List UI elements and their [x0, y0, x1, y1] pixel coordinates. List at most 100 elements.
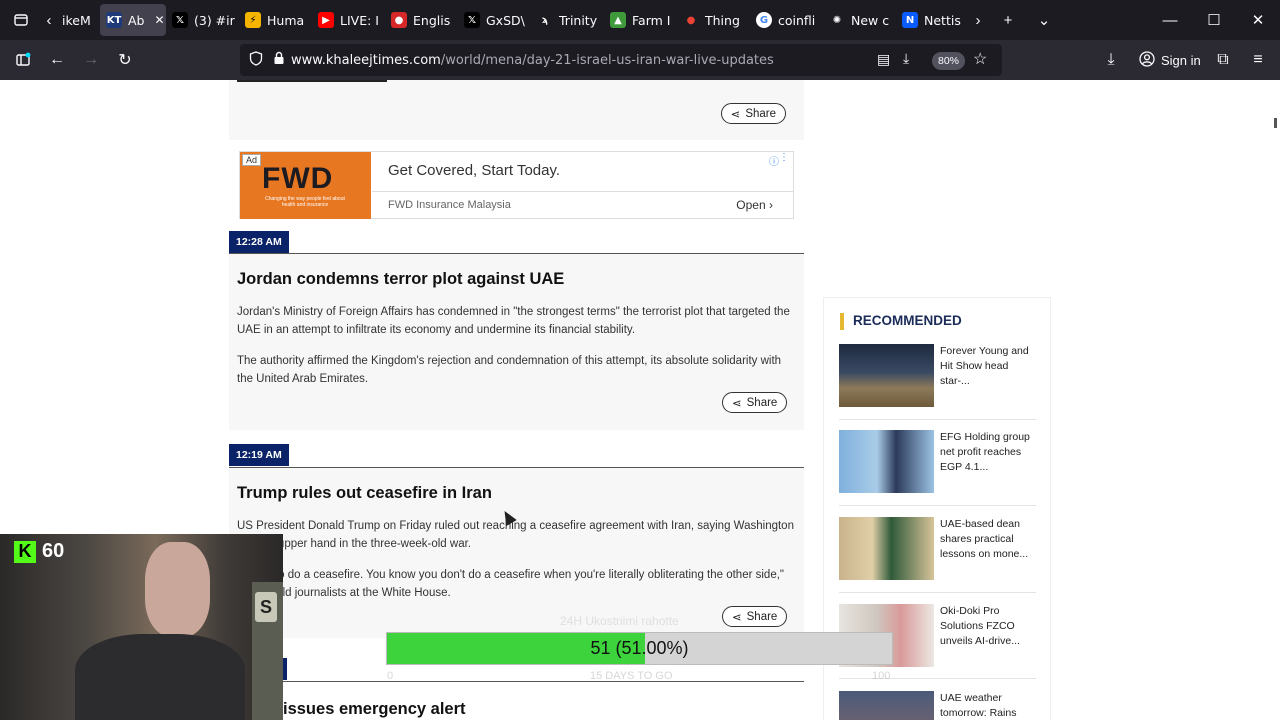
navigation-bar: ← → ↻ www.khaleejtimes.com/world/mena/da…: [0, 40, 1280, 80]
list-all-tabs-icon[interactable]: ⌄: [1026, 0, 1062, 40]
update-paragraph: The authority affirmed the Kingdom's rej…: [237, 355, 782, 385]
tab-label: (3) #ir: [194, 12, 235, 28]
recommended-item-title[interactable]: Forever Young and Hit Show head star-...: [940, 344, 1035, 389]
recommended-divider: [839, 505, 1036, 506]
url-path: /world/mena/day-21-israel-us-iran-war-li…: [440, 52, 774, 68]
ad-badge: Ad: [242, 154, 262, 166]
tab-9[interactable]: ● Thing: [677, 4, 750, 36]
share-label: Share: [746, 396, 778, 409]
share-button[interactable]: ⋖ Share: [722, 606, 788, 627]
lock-icon[interactable]: [273, 51, 285, 70]
share-button[interactable]: ⋖ Share: [720, 103, 786, 124]
tab-3[interactable]: ⚡ Huma: [239, 4, 312, 36]
url-domain: www.khaleejtimes.com: [291, 52, 441, 68]
x-favicon-icon: 𝕏: [172, 12, 188, 28]
tab-4[interactable]: ▶ LIVE: I: [312, 4, 385, 36]
tracking-protection-shield-icon[interactable]: [249, 51, 263, 69]
sidebar-toggle-icon[interactable]: [6, 44, 40, 76]
tab-label: Ab: [128, 12, 145, 28]
recommended-item[interactable]: EFG Holding group net profit reaches EGP…: [839, 430, 1036, 494]
recommended-item-title[interactable]: UAE-based dean shares practical lessons …: [940, 517, 1035, 562]
recommended-item-title[interactable]: EFG Holding group net profit reaches EGP…: [940, 430, 1035, 475]
share-icon: ⋖: [730, 108, 741, 121]
forward-arrow-icon[interactable]: →: [74, 44, 108, 76]
kick-viewer-count: K 60: [14, 540, 64, 563]
x-favicon-icon: 𝕏: [464, 12, 480, 28]
tab-bar: ‹ ikeM KT Ab ✕ 𝕏 (3) #ir ⚡ Huma ▶ LIVE: …: [0, 0, 1280, 40]
google-favicon-icon: G: [756, 12, 772, 28]
sticker-s-icon: S: [255, 592, 277, 622]
horse-race-thumbnail[interactable]: [839, 344, 934, 407]
reload-icon[interactable]: ↻: [108, 44, 142, 76]
update-headline[interactable]: Trump rules out ceasefire in Iran: [237, 484, 492, 503]
recommended-item[interactable]: UAE-based dean shares practical lessons …: [839, 517, 1036, 581]
url-text[interactable]: www.khaleejtimes.com/world/mena/day-21-i…: [291, 53, 774, 68]
tab-label: Huma: [267, 12, 305, 28]
share-icon: ⋖: [732, 397, 742, 410]
update-headline[interactable]: issues emergency alert: [283, 700, 466, 719]
scrollbar-thumb[interactable]: [1274, 118, 1277, 128]
update-headline[interactable]: Jordan condemns terror plot against UAE: [237, 270, 564, 289]
maximize-icon[interactable]: ☐: [1192, 0, 1236, 40]
downloads-icon[interactable]: ⤓: [1094, 44, 1128, 76]
update-divider: [229, 681, 804, 682]
bookmark-star-icon[interactable]: ☆: [973, 49, 987, 69]
fwd-logo-text: FWD: [262, 162, 334, 195]
n-favicon-icon: N: [902, 12, 918, 28]
tab-label: Thing: [705, 12, 740, 28]
tab-6[interactable]: 𝕏 GxSD\: [458, 4, 531, 36]
recommended-item-title[interactable]: UAE weather tomorrow: Rains: [940, 691, 1035, 720]
new-tab-icon[interactable]: +: [990, 0, 1026, 40]
recommended-item[interactable]: Forever Young and Hit Show head star-...: [839, 344, 1036, 408]
weather-thumbnail[interactable]: [839, 691, 934, 720]
share-button[interactable]: ⋖ Share: [722, 392, 788, 413]
khaleej-times-favicon-icon: KT: [106, 12, 122, 28]
share-label: Share: [746, 610, 778, 623]
recommended-item[interactable]: UAE weather tomorrow: Rains: [839, 691, 1036, 720]
ad-menu-icon[interactable]: ⋮: [779, 152, 789, 163]
dean-portrait-thumbnail[interactable]: [839, 517, 934, 580]
news-favicon-icon: ●: [391, 12, 407, 28]
streamer-body: [75, 634, 245, 720]
kick-logo-icon: K: [14, 540, 36, 563]
share-icon: ⋖: [732, 611, 742, 624]
tab-7[interactable]: ϡ Trinity: [531, 4, 604, 36]
tab-label: Englis: [413, 12, 451, 28]
update-paragraph: US President Donald Trump on Friday rule…: [237, 520, 794, 550]
tab-0[interactable]: ikeM: [56, 4, 100, 36]
tab-label: New c: [851, 12, 890, 28]
openai-favicon-icon: ✺: [829, 12, 845, 28]
tab-8[interactable]: ▲ Farm I: [604, 4, 677, 36]
back-arrow-icon[interactable]: ←: [40, 44, 74, 76]
tab-label: GxSD\: [486, 12, 525, 28]
tab-11[interactable]: ✺ New c: [823, 4, 896, 36]
scroll-tabs-left-icon[interactable]: ‹: [42, 0, 56, 40]
goal-max-label: 100: [872, 670, 891, 682]
executive-portrait-thumbnail[interactable]: [839, 430, 934, 493]
tab-5[interactable]: ● Englis: [385, 4, 458, 36]
recommended-item-title[interactable]: Oki-Doki Pro Solutions FZCO unveils AI-d…: [940, 604, 1035, 649]
tab-label: Farm I: [632, 12, 671, 28]
extensions-icon[interactable]: ⧉: [1206, 44, 1240, 76]
close-window-icon[interactable]: ✕: [1236, 0, 1280, 40]
close-tab-icon[interactable]: ✕: [155, 13, 165, 27]
menu-hamburger-icon[interactable]: ≡: [1241, 44, 1275, 76]
goal-label: 24H Ukostriimi rahotte: [560, 614, 679, 628]
ad-open-button[interactable]: Open ›: [736, 198, 773, 212]
zoom-level-badge[interactable]: 80%: [932, 52, 966, 70]
save-page-icon[interactable]: ⤓: [903, 50, 909, 67]
scroll-tabs-right-icon[interactable]: ›: [966, 0, 990, 40]
tab-2[interactable]: 𝕏 (3) #ir: [166, 4, 239, 36]
ad-info-icon[interactable]: ⓘ: [769, 153, 779, 168]
tab-10[interactable]: G coinfli: [750, 4, 823, 36]
tab-12[interactable]: N Nettis: [896, 4, 966, 36]
reader-view-icon[interactable]: ▤: [877, 51, 890, 68]
tab-overview-icon[interactable]: [0, 0, 42, 40]
ad-banner[interactable]: FWD Changing the way people feel about h…: [239, 151, 794, 219]
url-bar[interactable]: www.khaleejtimes.com/world/mena/day-21-i…: [240, 44, 1002, 76]
minimize-icon[interactable]: —: [1148, 0, 1192, 40]
sign-in-button[interactable]: Sign in: [1139, 51, 1201, 70]
ad-title[interactable]: Get Covered, Start Today.: [388, 162, 560, 179]
tab-1-active[interactable]: KT Ab ✕: [100, 4, 166, 36]
update-paragraph: Jordan's Ministry of Foreign Affairs has…: [237, 306, 790, 336]
